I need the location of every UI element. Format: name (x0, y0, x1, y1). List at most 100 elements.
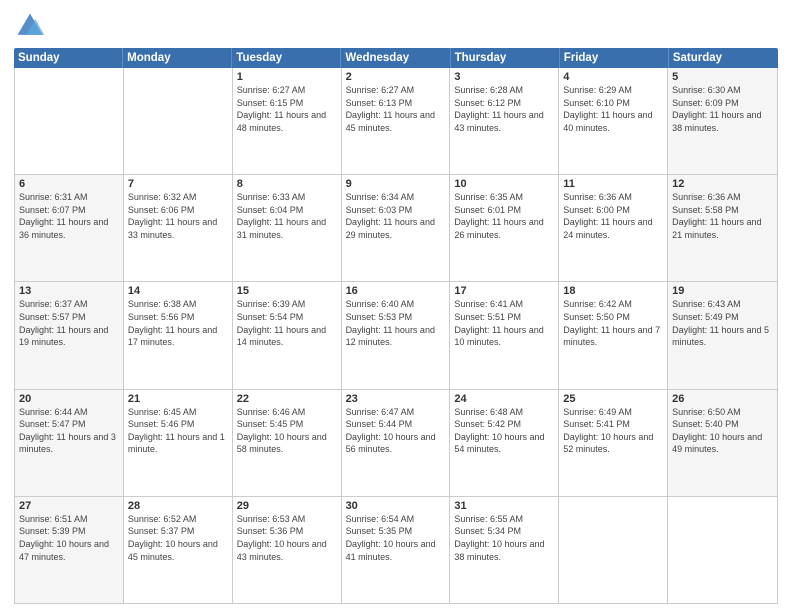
empty-cell (559, 497, 668, 603)
logo-icon (14, 10, 46, 42)
day-cell-30: 30Sunrise: 6:54 AMSunset: 5:35 PMDayligh… (342, 497, 451, 603)
day-cell-21: 21Sunrise: 6:45 AMSunset: 5:46 PMDayligh… (124, 390, 233, 496)
day-cell-20: 20Sunrise: 6:44 AMSunset: 5:47 PMDayligh… (15, 390, 124, 496)
empty-cell (15, 68, 124, 174)
day-info: Sunrise: 6:31 AMSunset: 6:07 PMDaylight:… (19, 191, 119, 241)
day-number: 23 (346, 393, 446, 405)
day-number: 8 (237, 178, 337, 190)
day-number: 19 (672, 285, 773, 297)
day-info: Sunrise: 6:53 AMSunset: 5:36 PMDaylight:… (237, 513, 337, 563)
empty-cell (124, 68, 233, 174)
day-number: 7 (128, 178, 228, 190)
day-cell-4: 4Sunrise: 6:29 AMSunset: 6:10 PMDaylight… (559, 68, 668, 174)
day-cell-31: 31Sunrise: 6:55 AMSunset: 5:34 PMDayligh… (450, 497, 559, 603)
day-number: 17 (454, 285, 554, 297)
day-number: 2 (346, 71, 446, 83)
day-info: Sunrise: 6:27 AMSunset: 6:13 PMDaylight:… (346, 84, 446, 134)
day-info: Sunrise: 6:38 AMSunset: 5:56 PMDaylight:… (128, 298, 228, 348)
day-info: Sunrise: 6:28 AMSunset: 6:12 PMDaylight:… (454, 84, 554, 134)
day-number: 22 (237, 393, 337, 405)
day-info: Sunrise: 6:32 AMSunset: 6:06 PMDaylight:… (128, 191, 228, 241)
header-cell-friday: Friday (560, 48, 669, 68)
day-info: Sunrise: 6:50 AMSunset: 5:40 PMDaylight:… (672, 406, 773, 456)
day-info: Sunrise: 6:44 AMSunset: 5:47 PMDaylight:… (19, 406, 119, 456)
day-cell-26: 26Sunrise: 6:50 AMSunset: 5:40 PMDayligh… (668, 390, 777, 496)
header-cell-tuesday: Tuesday (232, 48, 341, 68)
header-cell-monday: Monday (123, 48, 232, 68)
day-info: Sunrise: 6:43 AMSunset: 5:49 PMDaylight:… (672, 298, 773, 348)
day-info: Sunrise: 6:35 AMSunset: 6:01 PMDaylight:… (454, 191, 554, 241)
day-cell-15: 15Sunrise: 6:39 AMSunset: 5:54 PMDayligh… (233, 282, 342, 388)
day-number: 29 (237, 500, 337, 512)
empty-cell (668, 497, 777, 603)
day-number: 12 (672, 178, 773, 190)
day-info: Sunrise: 6:51 AMSunset: 5:39 PMDaylight:… (19, 513, 119, 563)
day-info: Sunrise: 6:45 AMSunset: 5:46 PMDaylight:… (128, 406, 228, 456)
day-info: Sunrise: 6:29 AMSunset: 6:10 PMDaylight:… (563, 84, 663, 134)
day-cell-7: 7Sunrise: 6:32 AMSunset: 6:06 PMDaylight… (124, 175, 233, 281)
day-info: Sunrise: 6:52 AMSunset: 5:37 PMDaylight:… (128, 513, 228, 563)
header (14, 10, 778, 42)
day-cell-25: 25Sunrise: 6:49 AMSunset: 5:41 PMDayligh… (559, 390, 668, 496)
page: SundayMondayTuesdayWednesdayThursdayFrid… (0, 0, 792, 612)
day-info: Sunrise: 6:42 AMSunset: 5:50 PMDaylight:… (563, 298, 663, 348)
day-cell-29: 29Sunrise: 6:53 AMSunset: 5:36 PMDayligh… (233, 497, 342, 603)
day-info: Sunrise: 6:49 AMSunset: 5:41 PMDaylight:… (563, 406, 663, 456)
day-cell-22: 22Sunrise: 6:46 AMSunset: 5:45 PMDayligh… (233, 390, 342, 496)
day-number: 21 (128, 393, 228, 405)
day-cell-27: 27Sunrise: 6:51 AMSunset: 5:39 PMDayligh… (15, 497, 124, 603)
day-cell-11: 11Sunrise: 6:36 AMSunset: 6:00 PMDayligh… (559, 175, 668, 281)
calendar-header-row: SundayMondayTuesdayWednesdayThursdayFrid… (14, 48, 778, 68)
header-cell-wednesday: Wednesday (341, 48, 450, 68)
day-number: 10 (454, 178, 554, 190)
day-number: 26 (672, 393, 773, 405)
day-number: 5 (672, 71, 773, 83)
day-number: 14 (128, 285, 228, 297)
day-number: 31 (454, 500, 554, 512)
day-cell-3: 3Sunrise: 6:28 AMSunset: 6:12 PMDaylight… (450, 68, 559, 174)
day-number: 30 (346, 500, 446, 512)
week-row-1: 1Sunrise: 6:27 AMSunset: 6:15 PMDaylight… (15, 68, 777, 175)
day-info: Sunrise: 6:39 AMSunset: 5:54 PMDaylight:… (237, 298, 337, 348)
day-cell-9: 9Sunrise: 6:34 AMSunset: 6:03 PMDaylight… (342, 175, 451, 281)
day-cell-10: 10Sunrise: 6:35 AMSunset: 6:01 PMDayligh… (450, 175, 559, 281)
day-number: 11 (563, 178, 663, 190)
day-info: Sunrise: 6:48 AMSunset: 5:42 PMDaylight:… (454, 406, 554, 456)
day-cell-23: 23Sunrise: 6:47 AMSunset: 5:44 PMDayligh… (342, 390, 451, 496)
header-cell-sunday: Sunday (14, 48, 123, 68)
day-number: 9 (346, 178, 446, 190)
day-info: Sunrise: 6:40 AMSunset: 5:53 PMDaylight:… (346, 298, 446, 348)
day-number: 16 (346, 285, 446, 297)
day-info: Sunrise: 6:47 AMSunset: 5:44 PMDaylight:… (346, 406, 446, 456)
day-info: Sunrise: 6:33 AMSunset: 6:04 PMDaylight:… (237, 191, 337, 241)
day-number: 15 (237, 285, 337, 297)
day-info: Sunrise: 6:55 AMSunset: 5:34 PMDaylight:… (454, 513, 554, 563)
day-cell-16: 16Sunrise: 6:40 AMSunset: 5:53 PMDayligh… (342, 282, 451, 388)
day-cell-13: 13Sunrise: 6:37 AMSunset: 5:57 PMDayligh… (15, 282, 124, 388)
calendar: SundayMondayTuesdayWednesdayThursdayFrid… (14, 48, 778, 604)
week-row-4: 20Sunrise: 6:44 AMSunset: 5:47 PMDayligh… (15, 390, 777, 497)
day-cell-19: 19Sunrise: 6:43 AMSunset: 5:49 PMDayligh… (668, 282, 777, 388)
day-number: 4 (563, 71, 663, 83)
day-number: 3 (454, 71, 554, 83)
day-number: 20 (19, 393, 119, 405)
week-row-5: 27Sunrise: 6:51 AMSunset: 5:39 PMDayligh… (15, 497, 777, 603)
day-number: 24 (454, 393, 554, 405)
day-number: 28 (128, 500, 228, 512)
day-info: Sunrise: 6:34 AMSunset: 6:03 PMDaylight:… (346, 191, 446, 241)
day-cell-24: 24Sunrise: 6:48 AMSunset: 5:42 PMDayligh… (450, 390, 559, 496)
week-row-3: 13Sunrise: 6:37 AMSunset: 5:57 PMDayligh… (15, 282, 777, 389)
week-row-2: 6Sunrise: 6:31 AMSunset: 6:07 PMDaylight… (15, 175, 777, 282)
day-info: Sunrise: 6:37 AMSunset: 5:57 PMDaylight:… (19, 298, 119, 348)
day-cell-5: 5Sunrise: 6:30 AMSunset: 6:09 PMDaylight… (668, 68, 777, 174)
day-info: Sunrise: 6:54 AMSunset: 5:35 PMDaylight:… (346, 513, 446, 563)
day-number: 18 (563, 285, 663, 297)
day-info: Sunrise: 6:30 AMSunset: 6:09 PMDaylight:… (672, 84, 773, 134)
day-cell-12: 12Sunrise: 6:36 AMSunset: 5:58 PMDayligh… (668, 175, 777, 281)
header-cell-saturday: Saturday (669, 48, 778, 68)
day-info: Sunrise: 6:46 AMSunset: 5:45 PMDaylight:… (237, 406, 337, 456)
day-cell-1: 1Sunrise: 6:27 AMSunset: 6:15 PMDaylight… (233, 68, 342, 174)
header-cell-thursday: Thursday (451, 48, 560, 68)
day-info: Sunrise: 6:36 AMSunset: 5:58 PMDaylight:… (672, 191, 773, 241)
day-cell-6: 6Sunrise: 6:31 AMSunset: 6:07 PMDaylight… (15, 175, 124, 281)
